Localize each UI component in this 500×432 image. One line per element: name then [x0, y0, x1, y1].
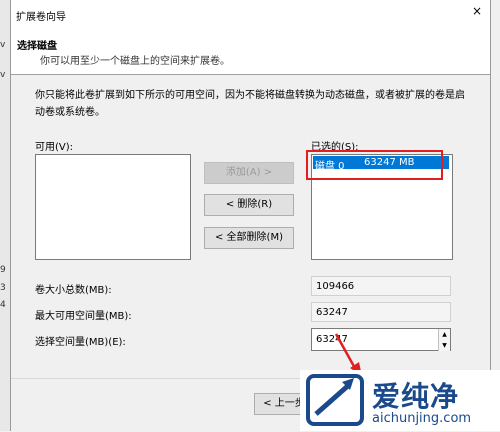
title-bar: 扩展卷向导 × [11, 0, 490, 30]
background-fragment: v [0, 40, 6, 50]
spin-down-icon[interactable]: ▼ [438, 340, 450, 351]
close-icon[interactable]: × [470, 4, 484, 18]
header-subtitle: 你可以用至少一个磁盘上的空间来扩展卷。 [40, 56, 230, 67]
max-space-value: 63247 [311, 302, 451, 322]
remove-all-button[interactable]: < 全部删除(M) [204, 227, 294, 249]
extend-volume-wizard-dialog: 扩展卷向导 × 选择磁盘 你可以用至少一个磁盘上的空间来扩展卷。 你只能将此卷扩… [10, 0, 491, 432]
total-size-value: 109466 [311, 276, 451, 296]
max-space-label: 最大可用空间量(MB): [35, 311, 132, 322]
wizard-header: 选择磁盘 你可以用至少一个磁盘上的空间来扩展卷。 [11, 30, 490, 75]
select-space-label: 选择空间量(MB)(E): [35, 337, 126, 348]
total-size-label: 卷大小总数(MB): [35, 285, 112, 296]
available-label: 可用(V): [35, 142, 74, 153]
watermark-brand: 爱纯净 [372, 380, 460, 413]
add-button[interactable]: 添加(A) > [204, 162, 294, 184]
available-listbox[interactable] [35, 154, 191, 260]
watermark-url: aichunjing.com [372, 411, 472, 426]
background-fragment: 3 [0, 283, 6, 293]
watermark-logo-icon [306, 374, 364, 426]
highlight-box [306, 150, 443, 180]
background-fragment: 4 [0, 300, 6, 310]
window-title: 扩展卷向导 [16, 12, 66, 23]
background-fragment: 9 [0, 265, 6, 275]
background-fragment: v [0, 70, 6, 80]
spin-up-icon[interactable]: ▲ [438, 329, 450, 340]
remove-button[interactable]: < 删除(R) [204, 194, 294, 216]
description-text: 你只能将此卷扩展到如下所示的可用空间，因为不能将磁盘转换为动态磁盘，或者被扩展的… [35, 90, 465, 118]
header-title: 选择磁盘 [17, 41, 57, 52]
